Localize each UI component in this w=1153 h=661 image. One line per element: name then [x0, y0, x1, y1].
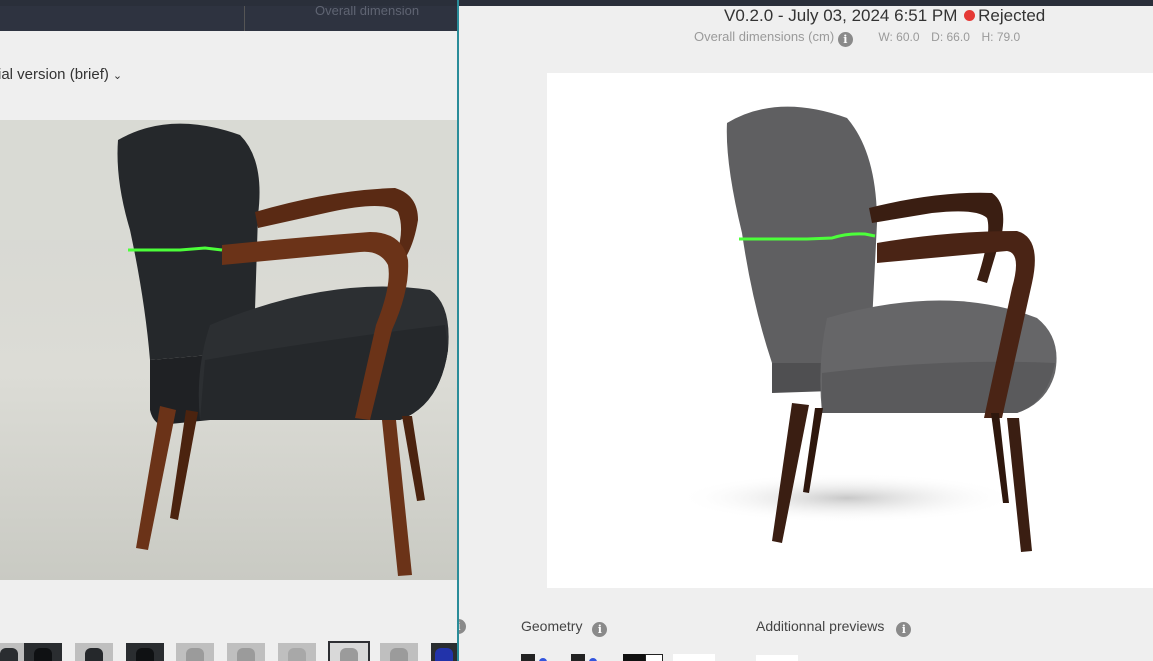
additional-preview-thumb[interactable] — [756, 655, 798, 661]
thumbnail-8-selected[interactable] — [328, 641, 370, 661]
thumbnail-3[interactable] — [75, 643, 113, 661]
version-select-label: ial version (brief) — [0, 66, 109, 83]
geometry-section: Geometry i — [521, 618, 608, 637]
reference-chair-image — [0, 120, 457, 576]
geometry-thumb-1[interactable] — [521, 654, 535, 661]
header-ghost-text: Overall dimension — [315, 6, 420, 18]
reference-header-strip: Overall dimension — [0, 6, 457, 31]
chevron-down-icon: ⌄ — [112, 70, 123, 82]
thumbnail-5[interactable] — [176, 643, 214, 661]
thumbnail-2[interactable] — [24, 643, 62, 661]
geometry-thumb-7[interactable] — [673, 654, 715, 661]
status-text: Rejected — [978, 6, 1046, 25]
depth-value: D: 66.0 — [931, 30, 970, 44]
thumbnail-4[interactable] — [126, 643, 164, 661]
info-icon[interactable]: i — [837, 32, 853, 47]
header-divider — [244, 6, 245, 31]
additional-previews-section: Additionnal previews i — [756, 618, 912, 637]
version-text: V0.2.0 - July 03, 2024 6:51 PM — [724, 6, 958, 25]
dimensions-label: Overall dimensions (cm) — [694, 29, 835, 44]
geometry-thumb-5[interactable] — [623, 654, 645, 661]
geometry-label: Geometry — [521, 618, 583, 634]
status-dot — [964, 10, 976, 21]
info-icon[interactable]: i — [459, 619, 466, 634]
rendered-chair-image — [677, 106, 1057, 552]
reference-photo[interactable] — [0, 120, 457, 580]
thumbnail-10[interactable] — [431, 643, 457, 661]
render-viewer[interactable] — [547, 73, 1153, 588]
height-value: H: 79.0 — [981, 30, 1021, 44]
render-pane: V0.2.0 - July 03, 2024 6:51 PM Rejected … — [459, 6, 1153, 661]
version-select[interactable]: ial version (brief) ⌄ — [0, 66, 122, 83]
geometry-thumb-3[interactable] — [571, 654, 585, 661]
geometry-thumb-6[interactable] — [645, 654, 663, 661]
info-icon[interactable]: i — [896, 622, 912, 637]
thumbnail-9[interactable] — [380, 643, 418, 661]
thumbnail-7[interactable] — [278, 643, 316, 661]
width-value: W: 60.0 — [878, 30, 920, 44]
dimensions-row: Overall dimensions (cm) i W: 60.0 D: 66.… — [694, 29, 1020, 47]
reference-pane: Overall dimension ial version (brief) ⌄ — [0, 6, 457, 661]
version-line: V0.2.0 - July 03, 2024 6:51 PM Rejected — [724, 6, 1045, 26]
additional-previews-label: Additionnal previews — [756, 618, 885, 634]
info-icon[interactable]: i — [592, 622, 608, 637]
thumbnail-6[interactable] — [227, 643, 265, 661]
